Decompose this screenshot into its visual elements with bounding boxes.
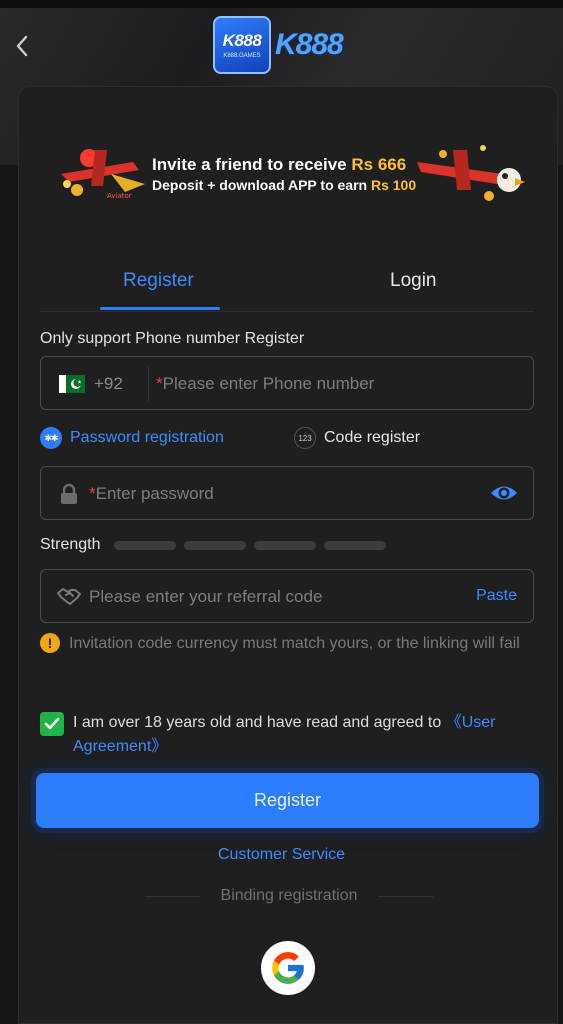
- back-button[interactable]: [10, 34, 34, 58]
- google-icon: [272, 952, 304, 984]
- register-card: [18, 86, 558, 1024]
- divider-line-right: [378, 896, 433, 897]
- strength-segment: [184, 540, 247, 550]
- currency-warning: ! Invitation code currency must match yo…: [40, 632, 534, 656]
- binding-registration-divider: Binding registration: [145, 887, 433, 907]
- warning-text: Invitation code currency must match your…: [69, 635, 520, 652]
- eye-icon[interactable]: [489, 482, 519, 504]
- code-register-option[interactable]: 123 Code register: [294, 427, 420, 449]
- brand-logo: K888 K888.GAMES K888: [213, 15, 344, 75]
- logo-badge-text: K888: [222, 31, 262, 50]
- handshake-icon: [57, 588, 81, 605]
- strength-segment: [114, 540, 177, 550]
- tab-register[interactable]: Register: [123, 270, 194, 292]
- code-mode-icon: 123: [294, 427, 316, 449]
- promo-banner[interactable]: Aviator Invite a friend to receive Rs 66…: [55, 140, 533, 206]
- age-agreement: I am over 18 years old and have read and…: [40, 711, 534, 759]
- phone-register-hint: Only support Phone number Register: [40, 330, 305, 347]
- password-registration-label: Password registration: [70, 429, 224, 446]
- logo-wordmark: K888: [275, 28, 344, 61]
- banner-text: Invite a friend to receive Rs 666 Deposi…: [152, 155, 416, 193]
- password-strength: Strength: [40, 536, 387, 554]
- customer-service-link[interactable]: Customer Service: [0, 846, 563, 864]
- strength-segment: [254, 540, 317, 550]
- tab-login[interactable]: Login: [390, 270, 437, 292]
- password-placeholder: *Enter password: [89, 484, 214, 503]
- chevron-left-icon: [16, 35, 28, 57]
- plane-left-icon: Aviator: [61, 149, 145, 200]
- lock-icon: [61, 483, 77, 504]
- plane-right-icon: [417, 145, 525, 201]
- strength-segment: [324, 540, 387, 550]
- referral-code-input[interactable]: Please enter your referral code Paste: [40, 569, 534, 623]
- password-input[interactable]: *Enter password: [40, 466, 534, 520]
- field-divider: [148, 367, 149, 401]
- pakistan-flag-icon[interactable]: [59, 375, 85, 393]
- google-login-button[interactable]: [261, 941, 315, 995]
- phone-input[interactable]: +92 *Please enter Phone number: [40, 356, 534, 410]
- active-tab-indicator: [100, 307, 220, 310]
- auth-tabs: Register Login: [40, 258, 534, 312]
- svg-text:Aviator: Aviator: [107, 192, 132, 200]
- password-mode-icon: ✱✱: [40, 427, 62, 449]
- referral-placeholder: Please enter your referral code: [89, 587, 323, 606]
- banner-line-2: Deposit + download APP to earn Rs 100: [152, 177, 416, 193]
- checkmark-icon: [44, 717, 60, 730]
- code-register-label: Code register: [324, 429, 421, 446]
- phone-placeholder: *Please enter Phone number: [156, 374, 375, 393]
- banner-invite-amount: Rs 666: [351, 155, 407, 174]
- banner-deposit-amount: Rs 100: [370, 177, 417, 193]
- warning-icon: !: [40, 633, 60, 653]
- paste-button[interactable]: Paste: [476, 587, 517, 605]
- strength-label: Strength: [40, 536, 101, 553]
- register-button[interactable]: Register: [36, 773, 539, 828]
- banner-deposit-text: Deposit + download APP to earn: [152, 177, 368, 193]
- banner-invite-text: Invite a friend to receive: [152, 155, 347, 174]
- country-code[interactable]: +92: [94, 374, 123, 394]
- agreement-checkbox[interactable]: [40, 712, 64, 736]
- logo-badge: K888 K888.GAMES: [213, 16, 271, 74]
- logo-badge-subtext: K888.GAMES: [223, 53, 261, 59]
- banner-line-1: Invite a friend to receive Rs 666: [152, 155, 416, 175]
- agreement-text: I am over 18 years old and have read and…: [73, 714, 496, 755]
- password-registration-option[interactable]: ✱✱ Password registration: [40, 427, 224, 449]
